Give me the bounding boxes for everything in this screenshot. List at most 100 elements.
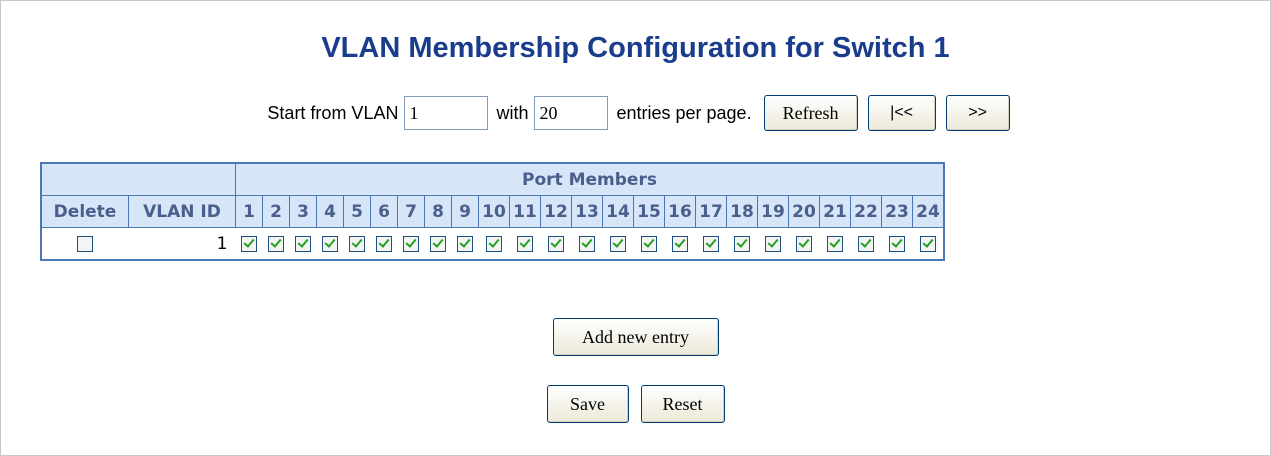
port-column-header: 4 [316, 195, 344, 228]
port-members-header: Port Members [235, 162, 945, 196]
port-member-cell [397, 227, 425, 260]
port-member-cell [343, 227, 371, 260]
port-member-checkbox[interactable] [486, 235, 502, 252]
port-member-checkbox[interactable] [376, 235, 392, 252]
start-from-label: Start from VLAN [267, 102, 399, 123]
port-column-header: 18 [726, 195, 758, 228]
port-column-header: 13 [571, 195, 603, 228]
add-entry-row: Add new entry [0, 318, 1271, 356]
port-member-cell [850, 227, 882, 260]
port-column-header: 7 [397, 195, 425, 228]
delete-cell [41, 227, 129, 260]
port-member-checkbox[interactable] [548, 235, 564, 252]
port-column-header: 5 [343, 195, 371, 228]
vlan-id-cell: 1 [128, 227, 236, 260]
delete-column-header: Delete [40, 195, 129, 228]
port-member-checkbox[interactable] [241, 235, 257, 252]
port-member-checkbox[interactable] [641, 235, 657, 252]
table-column-header-row: Delete VLAN ID 1 2 3 4 5 6 7 8 9 10 11 12 13 14 15 16 17… [40, 195, 945, 228]
port-column-header: 1 [235, 195, 263, 228]
port-member-checkbox[interactable] [765, 235, 781, 252]
port-member-cell [235, 227, 263, 260]
port-member-checkbox[interactable] [403, 235, 419, 252]
add-new-entry-button[interactable]: Add new entry [552, 318, 719, 356]
entries-per-page-label: entries per page. [616, 102, 752, 123]
port-member-checkbox[interactable] [457, 235, 473, 252]
reset-button[interactable]: Reset [640, 385, 725, 423]
refresh-button[interactable]: Refresh [763, 95, 858, 131]
port-member-cell [540, 227, 572, 260]
vlan-membership-table: Port Members Delete VLAN ID 1 2 3 4 5 6 7 8 9 10 1… [40, 162, 945, 261]
port-member-checkbox[interactable] [579, 235, 595, 252]
port-member-cell [509, 227, 541, 260]
table-row: 1 [41, 227, 944, 260]
port-column-header: 23 [881, 195, 913, 228]
port-column-header: 15 [633, 195, 665, 228]
port-column-header: 21 [819, 195, 851, 228]
port-member-checkbox[interactable] [430, 235, 446, 252]
port-member-cell [316, 227, 344, 260]
port-member-cell [633, 227, 665, 260]
port-member-cell [664, 227, 696, 260]
port-member-checkbox[interactable] [349, 235, 365, 252]
port-member-cell [757, 227, 789, 260]
port-column-header: 19 [757, 195, 789, 228]
port-member-checkbox[interactable] [610, 235, 626, 252]
port-member-cell [571, 227, 603, 260]
vlan-table-container: Port Members Delete VLAN ID 1 2 3 4 5 6 7 8 9 10 1… [40, 162, 945, 261]
port-member-cell [424, 227, 452, 260]
port-member-checkbox[interactable] [703, 235, 719, 252]
port-member-cell [451, 227, 479, 260]
port-column-header: 10 [478, 195, 510, 228]
port-column-header: 2 [262, 195, 290, 228]
port-column-header: 22 [850, 195, 882, 228]
port-member-checkbox[interactable] [295, 235, 311, 252]
port-column-header: 16 [664, 195, 696, 228]
port-column-header: 6 [370, 195, 398, 228]
next-page-button[interactable]: >> [945, 95, 1010, 131]
vlan-id-column-header: VLAN ID [128, 195, 236, 228]
port-column-header: 14 [602, 195, 634, 228]
port-column-header: 3 [289, 195, 317, 228]
port-member-checkbox[interactable] [672, 235, 688, 252]
port-member-cell [478, 227, 510, 260]
port-member-checkbox[interactable] [517, 235, 533, 252]
port-member-cell [819, 227, 851, 260]
port-member-cell [602, 227, 634, 260]
port-column-header: 17 [695, 195, 727, 228]
port-member-checkbox[interactable] [827, 235, 843, 252]
port-column-header: 20 [788, 195, 820, 228]
port-member-cell [912, 227, 944, 260]
table-corner-cell [40, 162, 236, 196]
port-member-checkbox[interactable] [858, 235, 874, 252]
port-member-checkbox[interactable] [796, 235, 812, 252]
delete-checkbox[interactable] [77, 235, 94, 252]
port-member-cell [788, 227, 820, 260]
first-page-button[interactable]: |<< [867, 95, 936, 131]
port-member-checkbox[interactable] [734, 235, 750, 252]
page-title: VLAN Membership Configuration for Switch… [321, 32, 950, 64]
save-button[interactable]: Save [546, 385, 629, 423]
port-column-header: 12 [540, 195, 572, 228]
port-member-cell [695, 227, 727, 260]
port-column-header: 24 [912, 195, 945, 228]
port-member-cell [289, 227, 317, 260]
port-member-checkbox[interactable] [322, 235, 338, 252]
port-member-checkbox[interactable] [268, 235, 284, 252]
port-member-cell [370, 227, 398, 260]
vlan-navigation: Start from VLAN with entries per page. R… [0, 93, 1271, 133]
port-column-header: 9 [451, 195, 479, 228]
port-column-header: 8 [424, 195, 452, 228]
table-group-header-row: Port Members [40, 162, 945, 196]
port-member-cell [726, 227, 758, 260]
vlan-table-body: 1 [41, 227, 944, 260]
port-member-checkbox[interactable] [889, 235, 905, 252]
start-vlan-input[interactable] [404, 96, 489, 130]
entries-per-page-input[interactable] [534, 96, 609, 130]
port-column-header: 11 [509, 195, 541, 228]
form-actions-row: Save Reset [0, 385, 1271, 423]
port-member-cell [881, 227, 913, 260]
port-member-checkbox[interactable] [919, 235, 936, 252]
with-label: with [496, 102, 529, 123]
port-member-cell [262, 227, 290, 260]
